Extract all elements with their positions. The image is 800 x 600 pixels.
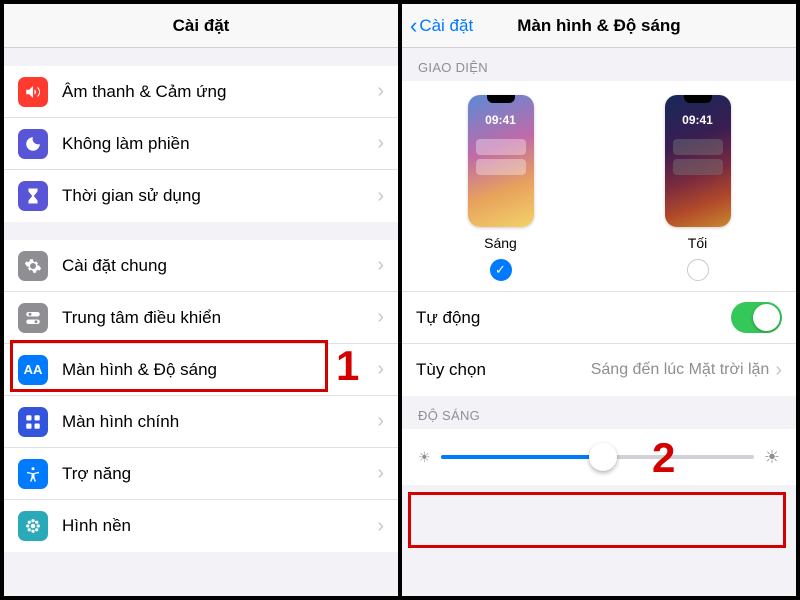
row-label: Trợ năng: [62, 464, 377, 484]
light-radio[interactable]: ✓: [490, 259, 512, 281]
settings-header: Cài đặt: [4, 4, 398, 48]
appearance-dark-option[interactable]: 09:41 Tối: [599, 95, 796, 281]
chevron-right-icon: ›: [377, 515, 384, 538]
phone-preview-dark: 09:41: [665, 95, 731, 227]
group-separator: [4, 222, 398, 240]
preview-time: 09:41: [468, 113, 534, 127]
brightness-fill: [441, 455, 604, 459]
callout-number-1: 1: [336, 342, 359, 390]
chevron-right-icon: ›: [377, 254, 384, 277]
row-label: Âm thanh & Cảm ứng: [62, 82, 377, 102]
automatic-toggle[interactable]: [731, 302, 782, 333]
row-dnd[interactable]: Không làm phiền ›: [4, 118, 398, 170]
preview-time: 09:41: [665, 113, 731, 127]
phone-preview-light: 09:41: [468, 95, 534, 227]
chevron-right-icon: ›: [377, 185, 384, 208]
chevron-right-icon: ›: [377, 410, 384, 433]
row-label: Không làm phiền: [62, 134, 377, 154]
options-label: Tùy chọn: [416, 360, 591, 380]
row-wallpaper[interactable]: Hình nền ›: [4, 500, 398, 552]
chevron-right-icon: ›: [377, 462, 384, 485]
settings-title: Cài đặt: [173, 16, 230, 36]
automatic-label: Tự động: [416, 308, 731, 328]
row-label: Trung tâm điều khiển: [62, 308, 377, 328]
speaker-icon: [18, 77, 48, 107]
light-label: Sáng: [484, 235, 517, 251]
gear-icon: [18, 251, 48, 281]
accessibility-icon: [18, 459, 48, 489]
chevron-right-icon: ›: [377, 306, 384, 329]
flower-icon: [18, 511, 48, 541]
moon-icon: [18, 129, 48, 159]
display-brightness-pane: ‹ Cài đặt Màn hình & Độ sáng GIAO DIỆN 0…: [400, 0, 800, 600]
options-value: Sáng đến lúc Mặt trời lặn: [591, 361, 770, 379]
appearance-section-label: GIAO DIỆN: [402, 48, 796, 81]
sun-large-icon: ☀︎: [764, 447, 780, 468]
dark-radio[interactable]: [687, 259, 709, 281]
dark-label: Tối: [688, 235, 707, 251]
row-general[interactable]: Cài đặt chung ›: [4, 240, 398, 292]
callout-box-1: [10, 340, 328, 392]
back-button[interactable]: ‹ Cài đặt: [410, 4, 473, 48]
appearance-light-option[interactable]: 09:41 Sáng ✓: [402, 95, 599, 281]
row-accessibility[interactable]: Trợ năng ›: [4, 448, 398, 500]
row-controlcenter[interactable]: Trung tâm điều khiển ›: [4, 292, 398, 344]
settings-list-pane: Cài đặt Âm thanh & Cảm ứng › Không làm p…: [0, 0, 400, 600]
row-screentime[interactable]: Thời gian sử dụng ›: [4, 170, 398, 222]
appearance-picker: 09:41 Sáng ✓ 09:41 Tối: [402, 81, 796, 292]
brightness-row: ☀︎ ☀︎: [402, 429, 796, 485]
row-label: Thời gian sử dụng: [62, 186, 377, 206]
appearance-settings: Tự động Tùy chọn Sáng đến lúc Mặt trời l…: [402, 292, 796, 396]
brightness-slider[interactable]: [441, 443, 754, 471]
chevron-right-icon: ›: [377, 80, 384, 103]
sun-small-icon: ☀︎: [418, 449, 431, 466]
switches-icon: [18, 303, 48, 333]
row-sound[interactable]: Âm thanh & Cảm ứng ›: [4, 66, 398, 118]
chevron-right-icon: ›: [775, 359, 782, 382]
chevron-left-icon: ‹: [410, 13, 417, 39]
row-options[interactable]: Tùy chọn Sáng đến lúc Mặt trời lặn ›: [402, 344, 796, 396]
callout-number-2: 2: [652, 434, 675, 482]
grid-icon: [18, 407, 48, 437]
display-header: ‹ Cài đặt Màn hình & Độ sáng: [402, 4, 796, 48]
chevron-right-icon: ›: [377, 358, 384, 381]
hourglass-icon: [18, 181, 48, 211]
group-separator: [4, 48, 398, 66]
row-label: Hình nền: [62, 516, 377, 536]
row-label: Cài đặt chung: [62, 256, 377, 276]
settings-group-2: Cài đặt chung › Trung tâm điều khiển › A…: [4, 240, 398, 552]
row-homescreen[interactable]: Màn hình chính ›: [4, 396, 398, 448]
chevron-right-icon: ›: [377, 132, 384, 155]
callout-box-2: [408, 492, 786, 548]
settings-group-1: Âm thanh & Cảm ứng › Không làm phiền › T…: [4, 66, 398, 222]
brightness-section-label: ĐỘ SÁNG: [402, 396, 796, 429]
brightness-thumb[interactable]: [589, 443, 617, 471]
back-label: Cài đặt: [419, 16, 473, 36]
row-automatic[interactable]: Tự động: [402, 292, 796, 344]
row-label: Màn hình chính: [62, 412, 377, 432]
display-title: Màn hình & Độ sáng: [517, 16, 680, 36]
